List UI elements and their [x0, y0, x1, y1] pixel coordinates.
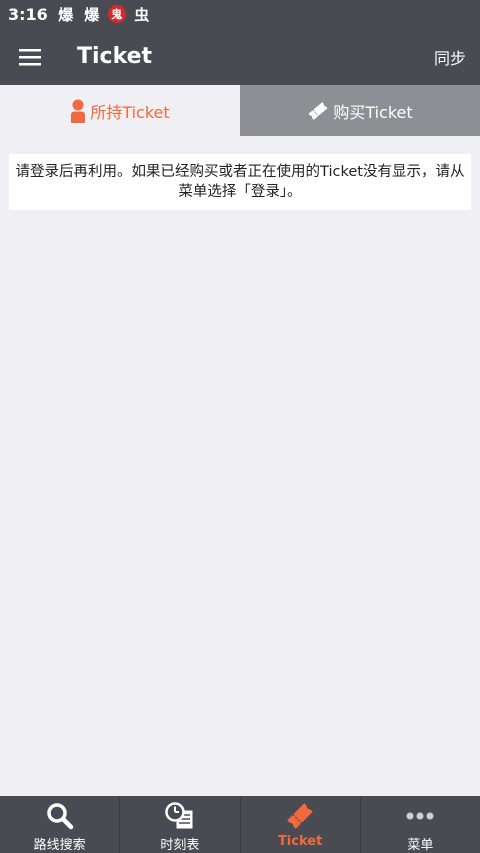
notification-icon-1: 爆 [58, 5, 74, 24]
ticket-icon [287, 803, 313, 829]
sync-button[interactable]: 同步 [434, 45, 466, 69]
login-notice: 请登录后再利用。如果已经购买或者正在使用的Ticket没有显示，请从菜单选择「登… [9, 154, 471, 210]
nav-menu[interactable]: 菜单 [361, 796, 480, 853]
ticket-tabs: 所持Ticket 购买Ticket [0, 85, 480, 136]
person-icon [71, 99, 86, 123]
nav-route-search-label: 路线搜索 [33, 838, 86, 853]
bottom-nav: 路线搜索 时刻表 Ticket 菜单 [0, 796, 480, 853]
tab-buy-tickets-label: 购买Ticket [333, 102, 413, 122]
tab-owned-tickets-label: 所持Ticket [90, 102, 170, 122]
nav-timetable-label: 时刻表 [160, 838, 200, 853]
more-icon [406, 812, 434, 820]
status-icons: 爆 爆 鬼 虫 [56, 4, 152, 24]
nav-timetable[interactable]: 时刻表 [120, 796, 241, 853]
hamburger-menu-button[interactable] [0, 28, 60, 85]
ticket-icon [308, 101, 328, 120]
tab-owned-tickets[interactable]: 所持Ticket [0, 85, 240, 136]
page-title: Ticket [77, 44, 153, 69]
status-time: 3:16 [8, 4, 48, 24]
app-screen: 3:16 爆 爆 鬼 虫 Ticket 同步 所持Ticket 购买Ticket… [0, 0, 480, 853]
nav-menu-label: 菜单 [407, 838, 434, 853]
status-bar: 3:16 爆 爆 鬼 虫 [0, 0, 480, 28]
timetable-icon [165, 802, 194, 830]
search-icon [46, 803, 73, 830]
app-bar: Ticket 同步 [0, 28, 480, 85]
nav-route-search[interactable]: 路线搜索 [0, 796, 121, 853]
notification-icon-4: 虫 [134, 5, 150, 24]
login-notice-text: 请登录后再利用。如果已经购买或者正在使用的Ticket没有显示，请从菜单选择「登… [15, 164, 465, 200]
nav-ticket[interactable]: Ticket [241, 796, 361, 853]
notification-icon-2: 爆 [84, 5, 100, 24]
notification-icon-3: 鬼 [107, 5, 126, 23]
tab-buy-tickets[interactable]: 购买Ticket [240, 85, 480, 136]
nav-ticket-label: Ticket [277, 834, 323, 849]
hamburger-icon [19, 48, 41, 65]
